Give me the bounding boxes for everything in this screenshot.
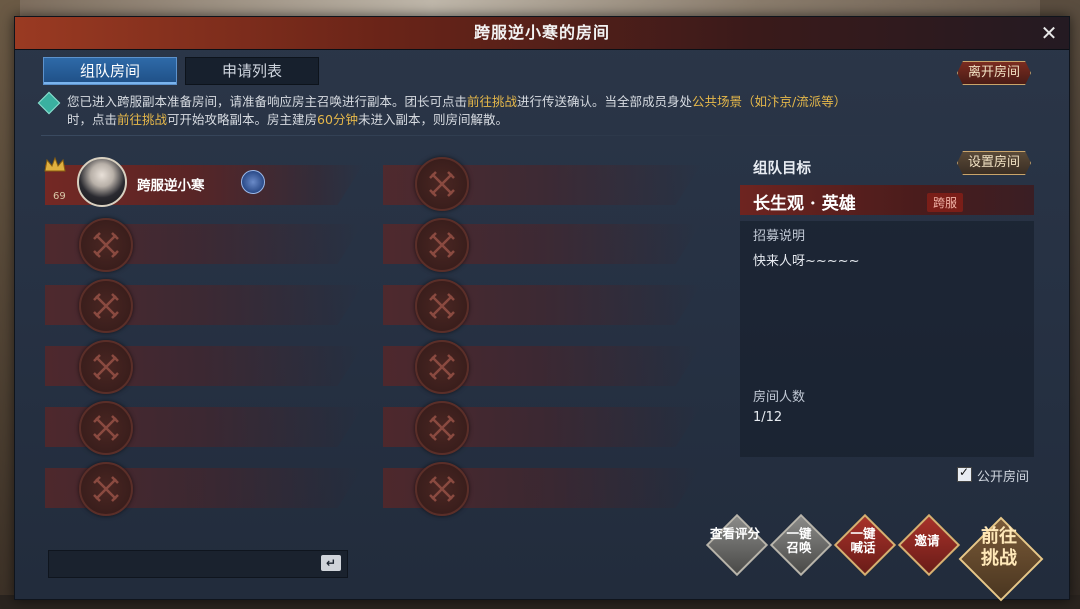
recruit-text: 快来人呀~~~~~ bbox=[753, 254, 860, 269]
crossed-swords-icon bbox=[415, 340, 469, 394]
enter-arrow-icon[interactable]: ↵ bbox=[321, 555, 341, 571]
room-count-value: 1/12 bbox=[753, 410, 783, 425]
tab-bar: 组队房间 申请列表 bbox=[43, 57, 319, 85]
crossed-swords-icon bbox=[415, 279, 469, 333]
crossed-swords-icon bbox=[415, 218, 469, 272]
public-room-label: 公开房间 bbox=[977, 470, 1030, 485]
crossed-swords-icon bbox=[415, 157, 469, 211]
summon-label-line2: 召唤 bbox=[786, 540, 812, 555]
crossed-swords-icon bbox=[79, 401, 133, 455]
go-challenge-line1: 前往 bbox=[981, 526, 1017, 547]
notice-text: 您已进入跨服副本准备房间，请准备响应房主召唤进行副本。团长可点击前往挑战进行传送… bbox=[37, 91, 981, 129]
window-title: 跨服逆小寒的房间 bbox=[473, 23, 610, 42]
room-count-label: 房间人数 bbox=[753, 390, 806, 405]
member-name: 跨服逆小寒 bbox=[137, 178, 205, 194]
public-room-checkbox[interactable] bbox=[957, 465, 972, 482]
summon-label-line1: 一键 bbox=[786, 526, 812, 541]
crossed-swords-icon bbox=[79, 218, 133, 272]
crossed-swords-icon bbox=[415, 462, 469, 516]
crossed-swords-icon bbox=[79, 340, 133, 394]
crossed-swords-icon bbox=[79, 279, 133, 333]
view-rating-label: 查看评分 bbox=[709, 526, 760, 541]
crossed-swords-icon bbox=[79, 462, 133, 516]
shout-label-line1: 一键 bbox=[850, 526, 876, 541]
room-window: 跨服逆小寒的房间 ✕ 组队房间 申请列表 离开房间 您已进入跨服副本准备房间，请… bbox=[14, 16, 1070, 602]
member-level: 69 bbox=[53, 191, 66, 202]
crossed-swords-icon bbox=[415, 401, 469, 455]
diamond-info-icon bbox=[37, 91, 61, 115]
crown-icon bbox=[44, 156, 66, 172]
cross-server-badge: 跨服 bbox=[927, 193, 964, 212]
chat-input[interactable] bbox=[48, 550, 348, 578]
leave-room-button[interactable]: 离开房间 bbox=[957, 61, 1031, 85]
set-room-button[interactable]: 设置房间 bbox=[957, 151, 1031, 175]
view-rating-button[interactable] bbox=[705, 513, 769, 577]
tab-application-list[interactable]: 申请列表 bbox=[185, 57, 319, 85]
recruit-label: 招募说明 bbox=[753, 229, 806, 244]
go-challenge-line2: 挑战 bbox=[981, 548, 1017, 569]
team-target-label: 组队目标 bbox=[753, 161, 811, 177]
tab-team-room[interactable]: 组队房间 bbox=[43, 57, 177, 85]
avatar[interactable] bbox=[77, 157, 127, 207]
close-icon[interactable]: ✕ bbox=[1037, 21, 1061, 45]
invite-label: 邀请 bbox=[914, 533, 940, 548]
shout-label-line2: 喊话 bbox=[850, 540, 876, 555]
target-dungeon-name: 长生观 · 英雄 bbox=[753, 194, 856, 214]
swirl-class-icon bbox=[241, 170, 265, 194]
notice-divider bbox=[41, 135, 1037, 136]
